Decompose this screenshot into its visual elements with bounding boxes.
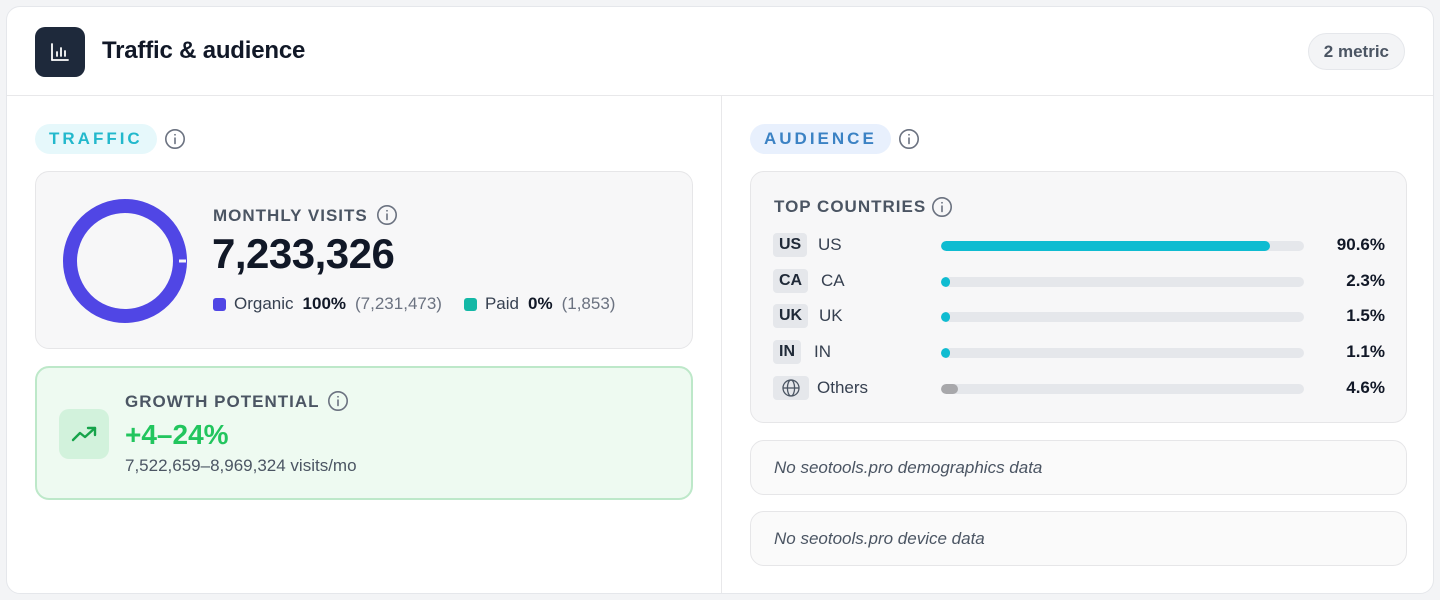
country-percent: 90.6%: [1336, 235, 1385, 254]
country-bar-track: [941, 348, 1304, 358]
metric-count-badge: 2 metric: [1307, 33, 1405, 70]
monthly-visits-label: MONTHLY VISITS: [213, 206, 368, 225]
paid-swatch: [463, 297, 477, 311]
audience-info-icon[interactable]: [898, 128, 920, 150]
column-divider: [721, 96, 722, 593]
country-name: CA: [821, 271, 845, 290]
trending-up-icon: [59, 409, 109, 459]
traffic-audience-card: Traffic & audience 2 metric TRAFFIC MONT…: [6, 6, 1434, 594]
country-name: UK: [819, 306, 843, 325]
monthly-visits-info-icon[interactable]: [376, 204, 398, 226]
country-row-uk: UK UK 1.5%: [773, 304, 1385, 328]
country-code-badge: US: [773, 233, 808, 257]
country-bar-fill: [941, 312, 951, 322]
country-name: Others: [817, 378, 869, 397]
country-bar-track: [941, 277, 1304, 287]
traffic-info-icon[interactable]: [164, 128, 186, 150]
audience-section-label: AUDIENCE: [750, 124, 891, 154]
country-row-us: US US 90.6%: [773, 233, 1385, 257]
growth-info-icon[interactable]: [327, 390, 349, 412]
monthly-visits-panel: MONTHLY VISITS 7,233,326 Organic 100% (7…: [35, 171, 693, 349]
visits-donut-chart: [63, 199, 187, 323]
organic-count: (7,231,473): [355, 294, 442, 313]
country-name: IN: [814, 342, 831, 361]
traffic-section-label: TRAFFIC: [35, 124, 157, 154]
country-row-others: Others 4.6%: [773, 376, 1385, 400]
country-bar-track: [941, 241, 1304, 251]
country-bar-fill: [941, 277, 951, 287]
growth-potential-range: 7,522,659–8,969,324 visits/mo: [125, 456, 357, 475]
paid-label: Paid: [484, 294, 519, 313]
growth-potential-panel: GROWTH POTENTIAL +4–24% 7,522,659–8,969,…: [35, 366, 693, 500]
country-row-ca: CA CA 2.3%: [773, 269, 1385, 293]
top-countries-label: TOP COUNTRIES: [774, 197, 927, 216]
country-code-badge: IN: [773, 340, 801, 364]
country-bar-track: [941, 312, 1304, 322]
country-bar-track: [941, 384, 1304, 394]
country-code-badge: CA: [773, 269, 809, 293]
monthly-visits-value: 7,233,326: [212, 230, 395, 277]
country-bar-fill: [941, 384, 958, 394]
device-empty-state: No seotools.pro device data: [750, 511, 1407, 566]
card-header: Traffic & audience 2 metric: [7, 7, 1433, 96]
country-name: US: [818, 235, 842, 254]
visits-legend: Organic 100% (7,231,473) Paid 0% (1,853): [213, 294, 615, 314]
country-row-in: IN IN 1.1%: [773, 340, 1385, 364]
paid-percent: 0%: [528, 294, 553, 313]
organic-label: Organic: [234, 294, 294, 313]
growth-potential-label: GROWTH POTENTIAL: [125, 392, 320, 411]
bar-chart-icon: [35, 27, 85, 77]
country-percent: 2.3%: [1346, 271, 1385, 290]
card-title: Traffic & audience: [102, 37, 306, 64]
country-percent: 4.6%: [1346, 378, 1385, 397]
organic-percent: 100%: [302, 294, 347, 313]
top-countries-info-icon[interactable]: [931, 196, 953, 218]
demographics-empty-state: No seotools.pro demographics data: [750, 440, 1407, 495]
country-bar-fill: [941, 348, 951, 358]
organic-swatch: [213, 297, 226, 311]
globe-icon: [773, 376, 809, 400]
organic-donut-segment: [63, 199, 187, 323]
growth-potential-value: +4–24%: [125, 419, 229, 450]
paid-count: (1,853): [561, 294, 616, 313]
country-bar-fill: [941, 241, 1270, 251]
top-countries-panel: TOP COUNTRIES US US 90.6% CA CA 2.3% UK …: [750, 171, 1407, 423]
country-percent: 1.1%: [1346, 342, 1385, 361]
country-code-badge: UK: [773, 304, 809, 328]
country-percent: 1.5%: [1346, 306, 1385, 325]
